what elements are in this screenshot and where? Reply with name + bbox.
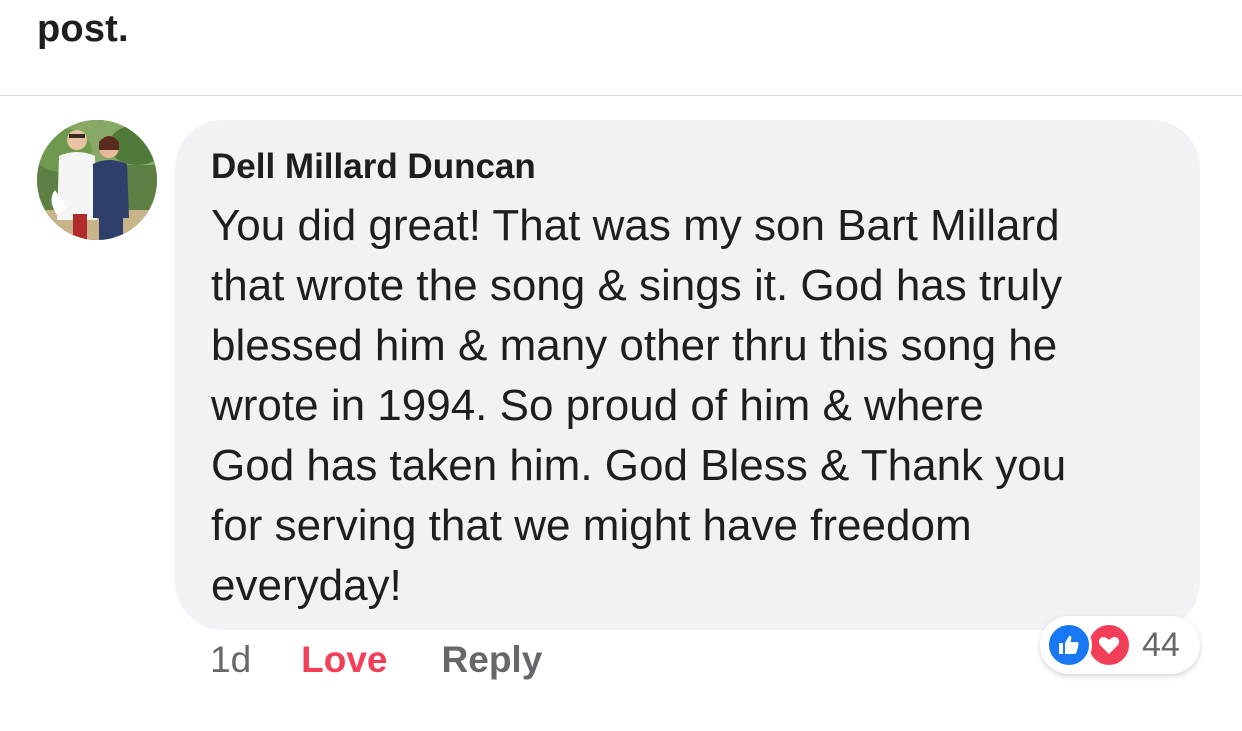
comment-timestamp[interactable]: 1d bbox=[210, 639, 251, 681]
comment-author[interactable]: Dell Millard Duncan bbox=[211, 146, 1170, 188]
love-icon bbox=[1086, 622, 1132, 668]
avatar-photo bbox=[37, 120, 157, 240]
reply-button[interactable]: Reply bbox=[442, 639, 543, 681]
love-button[interactable]: Love bbox=[301, 639, 387, 681]
reaction-count: 44 bbox=[1142, 625, 1180, 664]
comment-bubble: Dell Millard Duncan You did great! That … bbox=[175, 120, 1200, 630]
divider bbox=[0, 95, 1242, 96]
comment-text: You did great! That was my son Bart Mill… bbox=[211, 201, 1067, 610]
reactions-summary[interactable]: 44 bbox=[1040, 616, 1200, 674]
post-text-tail: post. bbox=[37, 8, 129, 50]
avatar[interactable] bbox=[37, 120, 157, 240]
like-icon bbox=[1046, 622, 1092, 668]
comment-actions: 1d Love Reply bbox=[210, 635, 542, 685]
